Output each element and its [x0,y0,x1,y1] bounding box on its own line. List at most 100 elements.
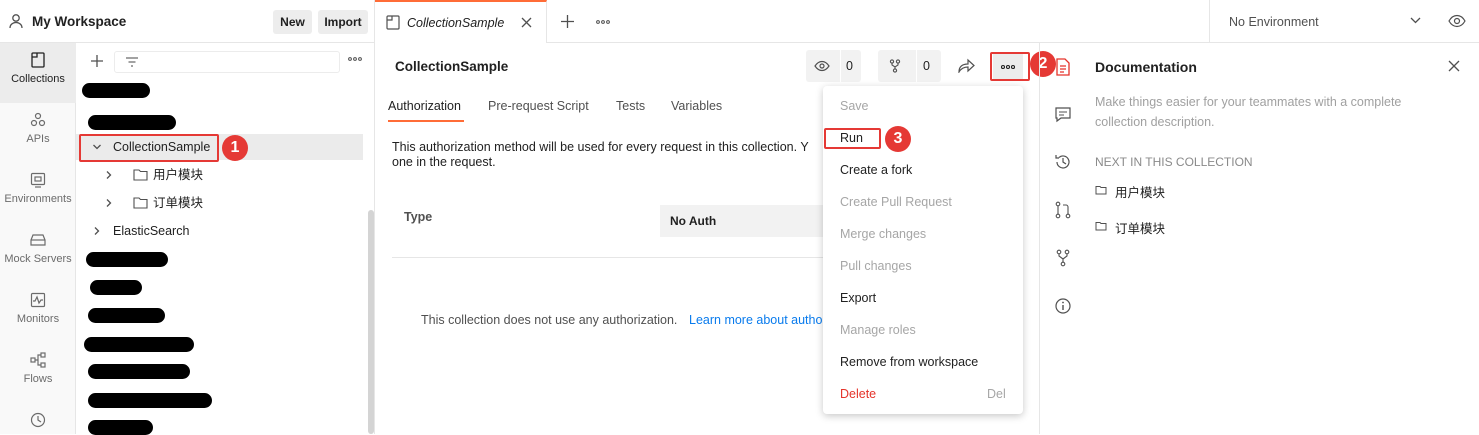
documentation-description[interactable]: Make things easier for your teammates wi… [1095,95,1401,109]
environment-selector[interactable]: No Environment [1209,0,1479,43]
eye-icon[interactable] [1448,14,1466,28]
history-icon [29,411,47,429]
tree-item-elasticsearch[interactable]: ElasticSearch [76,218,363,244]
fork-icon [889,59,901,73]
collection-title: CollectionSample [395,59,509,74]
new-tab-icon[interactable] [561,15,574,28]
user-icon [8,13,24,29]
rail-item-apis[interactable]: APIs [0,103,76,163]
collections-icon [29,51,47,69]
share-icon[interactable] [958,58,975,73]
filter-input[interactable] [114,51,340,73]
eye-icon [814,60,830,72]
rail-item-monitors[interactable]: Monitors [0,283,76,343]
menu-item-delete[interactable]: Delete [840,378,876,410]
new-button[interactable]: New [273,10,312,34]
workspace-title[interactable]: My Workspace [32,14,126,29]
learn-more-link[interactable]: Learn more about autho [689,313,822,327]
annotation-box-3 [824,128,881,149]
sidebar-rail: Collections APIs Environments Mock Serve… [0,43,76,434]
fork-count: 0 [923,59,930,73]
watch-button[interactable]: 0 [806,50,861,82]
tab-bar: CollectionSample No Environment [375,0,1479,43]
redacted-item [88,393,212,408]
rail-item-environments[interactable]: Environments [0,163,76,223]
tree-item-folder[interactable]: 用户模块 [76,162,363,188]
documentation-description-cont[interactable]: collection description. [1095,115,1215,129]
add-collection-icon[interactable] [90,54,104,68]
next-in-collection-header: NEXT IN THIS COLLECTION [1095,155,1253,169]
redacted-item [88,420,153,435]
more-options-icon[interactable] [348,56,362,62]
documentation-title: Documentation [1095,59,1197,75]
pull-requests-icon[interactable] [1054,201,1072,219]
no-auth-message: This collection does not use any authori… [421,313,678,327]
tab-collection-sample[interactable]: CollectionSample [375,0,547,43]
close-icon[interactable] [1448,60,1460,72]
forks-icon[interactable] [1054,249,1072,267]
auth-type-select[interactable]: No Auth [660,205,825,237]
folder-icon [133,168,148,181]
fork-button[interactable]: 0 [878,50,941,82]
redacted-item [88,308,165,323]
redacted-item [88,364,190,379]
watch-count: 0 [846,59,853,73]
type-label: Type [404,210,433,224]
tab-authorization[interactable]: Authorization [388,99,461,113]
right-sidebar-rail [1039,43,1085,434]
chevron-right-icon [92,226,102,236]
annotation-badge-3: 3 [885,126,911,152]
info-icon[interactable] [1054,297,1072,315]
chevron-right-icon [104,198,114,208]
tree-scrollbar[interactable] [368,210,374,434]
chevron-right-icon [104,170,114,180]
chevron-down-icon [1410,17,1421,24]
collections-tree-panel: CollectionSample 1 用户模块 订单模块 ElasticSear… [76,43,375,435]
redacted-item [82,83,150,98]
auth-description: This authorization method will be used f… [392,140,809,154]
annotation-badge-1: 1 [222,135,248,161]
monitors-icon [29,291,47,309]
workspace-header: My Workspace New Import [0,0,375,43]
apis-icon [29,111,47,129]
folder-icon [1095,185,1107,195]
menu-item-pull-changes[interactable]: Pull changes [840,250,912,282]
menu-item-manage-roles[interactable]: Manage roles [840,314,916,346]
menu-item-save[interactable]: Save [840,90,869,122]
menu-item-create-fork[interactable]: Create a fork [840,154,912,186]
menu-item-merge-changes[interactable]: Merge changes [840,218,926,250]
changelog-icon[interactable] [1054,153,1072,171]
tab-variables[interactable]: Variables [671,99,722,113]
close-tab-icon[interactable] [521,17,532,28]
menu-item-create-pull-request[interactable]: Create Pull Request [840,186,952,218]
rail-item-collections[interactable]: Collections [0,43,76,103]
tree-item-folder[interactable]: 订单模块 [76,190,363,216]
annotation-box-2 [990,52,1030,81]
tab-pre-request-script[interactable]: Pre-request Script [488,99,589,113]
tab-options-icon[interactable] [596,19,610,25]
tab-tests[interactable]: Tests [616,99,645,113]
filter-icon [125,57,139,67]
rail-item-mock-servers[interactable]: Mock Servers [0,223,76,283]
folder-icon [1095,221,1107,231]
rail-item-history[interactable] [0,403,76,434]
folder-icon [133,196,148,209]
import-button[interactable]: Import [318,10,368,34]
active-tab-indicator [388,120,464,122]
comments-icon[interactable] [1054,106,1072,124]
auth-description-cont: one in the request. [392,155,496,169]
delete-shortcut: Del [987,387,1006,401]
redacted-item [86,252,168,267]
menu-item-export[interactable]: Export [840,282,876,314]
redacted-item [84,337,194,352]
collection-tab-icon [386,15,400,30]
divider [392,257,824,258]
rail-item-flows[interactable]: Flows [0,343,76,403]
redacted-item [90,280,142,295]
menu-item-remove-from-workspace[interactable]: Remove from workspace [840,346,978,378]
documentation-icon[interactable] [1054,58,1072,76]
flows-icon [29,351,47,369]
annotation-box-1 [79,134,219,162]
environments-icon [29,171,47,189]
redacted-item [88,115,176,130]
